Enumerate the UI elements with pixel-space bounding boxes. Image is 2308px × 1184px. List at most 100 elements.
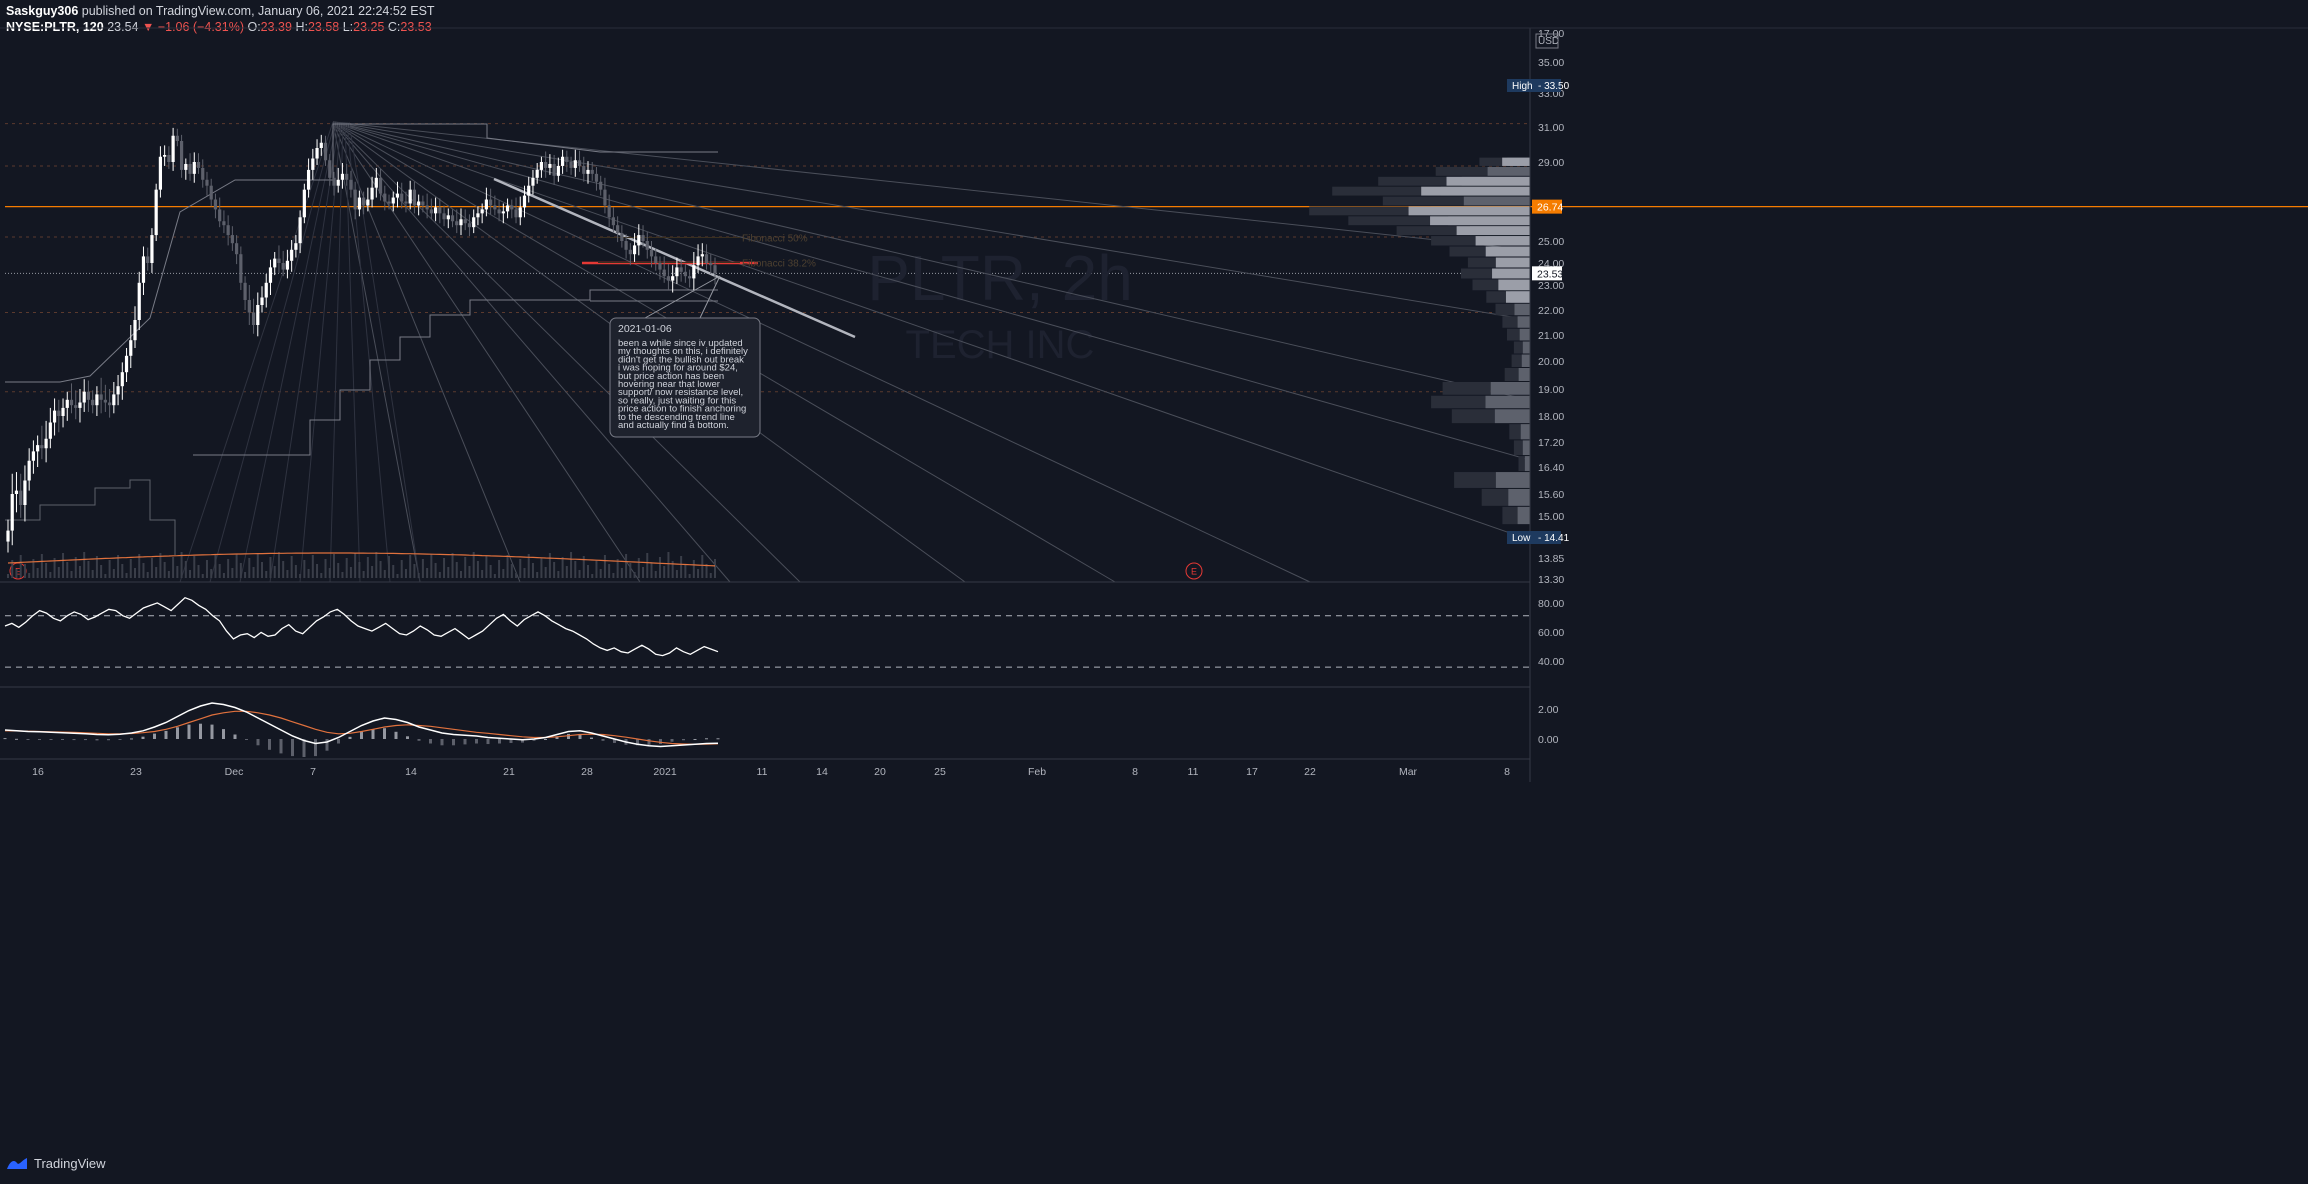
price-chart[interactable]: PLTR, 2h TECH INC Fibonacci 50% Fibonacci … — [0, 0, 2308, 1184]
candle-body — [124, 355, 129, 373]
candle-body — [472, 217, 476, 228]
macd-histogram-bar — [567, 733, 570, 739]
volume-profile-bin-outer — [1502, 506, 1518, 525]
candle-body — [218, 209, 222, 222]
footer-brand[interactable]: TradingView — [6, 1156, 106, 1171]
volume-bar — [167, 571, 170, 578]
volume-bar — [218, 564, 221, 578]
candle-body — [586, 169, 590, 174]
volume-bar — [362, 571, 365, 578]
macd-histogram-bar — [26, 739, 30, 740]
volume-bar — [150, 558, 153, 578]
candle-body — [179, 141, 184, 170]
macd-histogram-bar — [314, 739, 317, 757]
volume-bar — [125, 573, 128, 578]
time-tick-label: 21 — [503, 766, 515, 778]
volume-bar — [104, 574, 107, 578]
candle-body — [154, 189, 158, 236]
earnings-marker-label: E — [1191, 567, 1197, 577]
macd-histogram-bar — [199, 723, 202, 739]
candle-body — [14, 490, 19, 494]
macd-histogram-bar — [233, 734, 237, 739]
fib-label: Fibonacci 50% — [742, 233, 808, 244]
candle-body — [654, 256, 658, 263]
macd-histogram-bar — [118, 739, 122, 740]
volume-profile-bin-inner — [1490, 382, 1530, 395]
high-label: High — [1512, 81, 1533, 92]
macd-histogram-bar — [670, 739, 674, 742]
volume-bar — [328, 568, 331, 578]
candle-body — [548, 163, 552, 168]
volume-bar — [519, 559, 522, 578]
price-tick-label: 23.00 — [1538, 280, 1564, 292]
volume-bar — [108, 560, 111, 578]
candle-body — [675, 267, 679, 277]
candle-body — [82, 391, 86, 403]
price-tick-label: 35.00 — [1538, 57, 1564, 69]
macd-histogram-bar — [302, 739, 306, 757]
volume-bar — [66, 562, 69, 578]
volume-bar — [451, 553, 454, 578]
macd-histogram-bar — [705, 738, 708, 740]
candle-body — [679, 267, 683, 272]
macd-histogram-bar — [601, 739, 605, 741]
candle-body — [704, 254, 709, 263]
price-tick-label: 13.30 — [1538, 574, 1564, 586]
resistance-price-label: 26.74 — [1537, 202, 1563, 214]
candle-body — [641, 235, 645, 241]
macd-histogram-bar — [360, 731, 363, 739]
macd-histogram-bar — [15, 738, 18, 740]
volume-bar — [248, 558, 251, 578]
macd-histogram-bar — [659, 739, 662, 745]
candle-body — [95, 394, 99, 406]
macd-histogram-bar — [38, 739, 41, 740]
time-tick-label: 14 — [816, 766, 828, 778]
note-callout[interactable]: 2021-01-06been a while since iv updated m… — [609, 275, 761, 438]
time-tick-label: Feb — [1028, 766, 1046, 778]
candle-body — [192, 162, 196, 174]
volume-profile-bin-inner — [1517, 506, 1530, 525]
fan-line — [332, 121, 521, 583]
volume-profile-bin-outer — [1435, 166, 1488, 176]
volume-bar — [536, 572, 539, 578]
volume-ma-line — [7, 552, 716, 567]
volume-bar — [642, 567, 645, 578]
volume-profile-highlight — [1492, 268, 1530, 279]
macd-line — [4, 702, 719, 748]
time-tick-label: 8 — [1132, 766, 1138, 778]
candle-body — [230, 235, 234, 244]
macd-tick-label: 2.00 — [1538, 704, 1559, 716]
volume-bar — [142, 563, 145, 578]
time-tick-label: 16 — [32, 766, 44, 778]
tradingview-logo-icon — [7, 1157, 27, 1169]
candle-body — [649, 249, 654, 257]
volume-bar — [608, 564, 611, 578]
volume-bar — [121, 564, 124, 578]
volume-profile-bin-inner — [1514, 303, 1530, 316]
rsi-tick-label: 60.00 — [1538, 627, 1564, 639]
candle-body — [65, 399, 69, 408]
candle-body — [603, 189, 607, 206]
macd-histogram-bar — [371, 729, 375, 739]
candle-body — [74, 405, 78, 408]
macd-histogram-bar — [107, 739, 110, 741]
candle-body — [590, 169, 594, 174]
candle-body — [459, 219, 463, 226]
candle-body — [311, 158, 315, 170]
volume-bar — [134, 568, 137, 578]
volume-bar — [100, 565, 103, 578]
fib-label: Fibonacci 38.2% — [742, 259, 816, 270]
macd-pane — [3, 702, 720, 757]
candle-body — [256, 305, 260, 325]
candle-body — [171, 135, 175, 162]
price-tick-label: 17.20 — [1538, 437, 1564, 449]
volume-bar — [227, 559, 230, 578]
macd-histogram-bar — [268, 739, 271, 750]
volume-bar — [303, 560, 306, 578]
volume-bar — [214, 555, 217, 578]
volume-bar — [667, 552, 670, 578]
volume-bar — [603, 555, 606, 578]
fan-line — [209, 121, 336, 583]
volume-profile-bin-outer — [1509, 424, 1521, 440]
macd-histogram-bar — [210, 724, 214, 739]
